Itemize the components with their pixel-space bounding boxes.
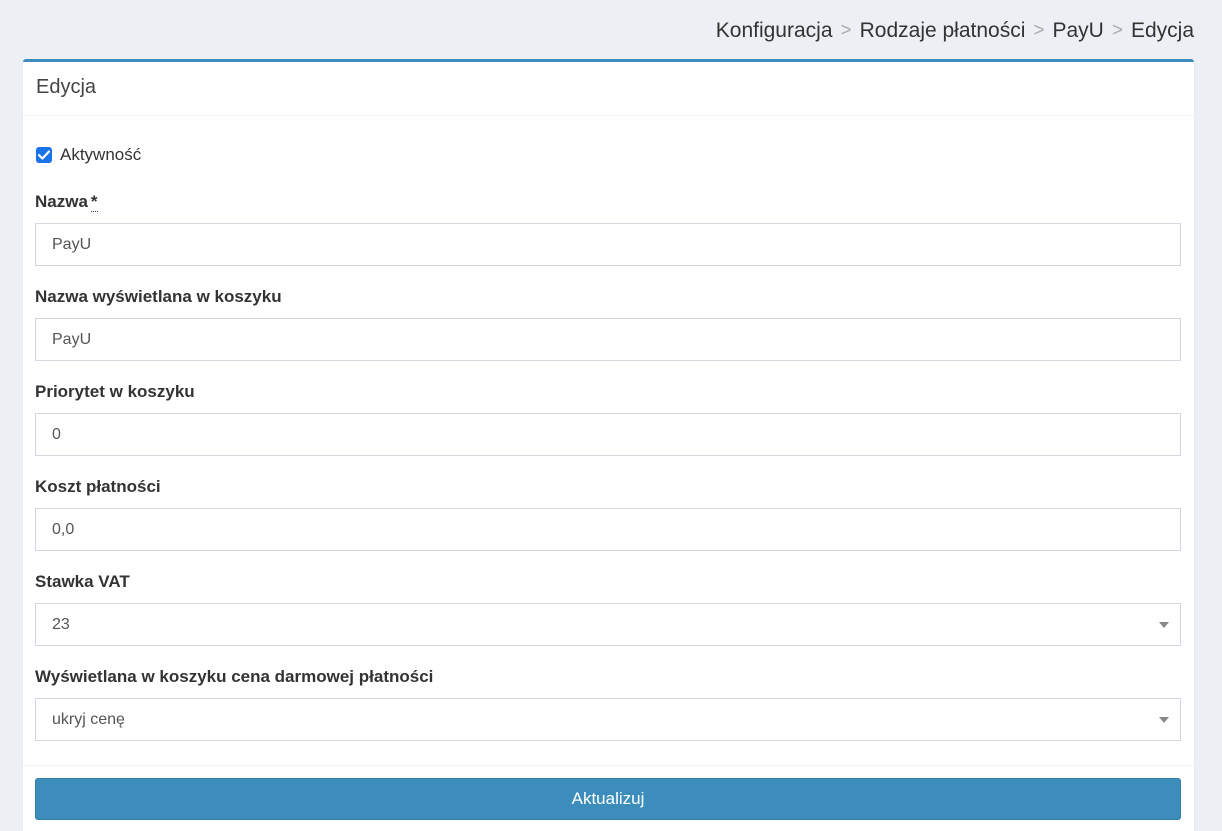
dropdown-arrow-icon [1159, 622, 1169, 628]
cost-label: Koszt płatności [35, 477, 161, 496]
priority-input[interactable]: 0 [35, 413, 1181, 456]
dropdown-arrow-icon [1159, 717, 1169, 723]
update-button[interactable]: Aktualizuj [35, 778, 1181, 820]
breadcrumb-item-payu[interactable]: PayU [1053, 19, 1104, 43]
priority-label: Priorytet w koszyku [35, 382, 195, 401]
free-price-display-label: Wyświetlana w koszyku cena darmowej płat… [35, 667, 434, 686]
active-checkbox[interactable] [36, 147, 52, 163]
breadcrumb-separator: > [840, 20, 852, 41]
vat-select[interactable]: 23 [35, 603, 1181, 646]
name-label: Nazwa * [35, 192, 98, 212]
checkmark-icon [38, 150, 50, 160]
cost-field: Koszt płatności 0,0 [35, 476, 1182, 551]
cost-input[interactable]: 0,0 [35, 508, 1181, 551]
breadcrumb-item-rodzaje-platnosci[interactable]: Rodzaje płatności [860, 19, 1026, 43]
breadcrumb-separator: > [1111, 20, 1123, 41]
priority-field: Priorytet w koszyku 0 [35, 381, 1182, 456]
name-input[interactable]: PayU [35, 223, 1181, 266]
edit-panel: Edycja Aktywność Nazwa * PayU Nazwa wyświ… [23, 59, 1194, 831]
breadcrumb-item-konfiguracja[interactable]: Konfiguracja [716, 19, 833, 43]
name-field: Nazwa * PayU [35, 191, 1182, 266]
vat-select-value: 23 [52, 615, 70, 633]
breadcrumb-item-current: Edycja [1130, 19, 1194, 42]
cart-name-label: Nazwa wyświetlana w koszyku [35, 287, 282, 306]
free-price-display-value: ukryj cenę [52, 710, 125, 728]
panel-footer: Aktualizuj [23, 765, 1194, 831]
form-body: Aktywność Nazwa * PayU Nazwa wyświetlana … [23, 145, 1194, 741]
cart-name-field: Nazwa wyświetlana w koszyku PayU [35, 286, 1182, 361]
free-price-display-select[interactable]: ukryj cenę [35, 698, 1181, 741]
vat-field: Stawka VAT 23 [35, 571, 1182, 646]
breadcrumb-separator: > [1033, 20, 1045, 41]
breadcrumb: Konfiguracja > Rodzaje płatności > PayU … [716, 19, 1194, 43]
free-price-display-field: Wyświetlana w koszyku cena darmowej płat… [35, 666, 1182, 741]
panel-title: Edycja [36, 76, 97, 98]
required-marker: * [90, 192, 98, 212]
active-checkbox-label[interactable]: Aktywność [60, 145, 141, 165]
panel-header: Edycja [23, 62, 1194, 116]
active-checkbox-row: Aktywność [35, 145, 1182, 165]
cart-name-input[interactable]: PayU [35, 318, 1181, 361]
vat-label: Stawka VAT [35, 572, 130, 591]
